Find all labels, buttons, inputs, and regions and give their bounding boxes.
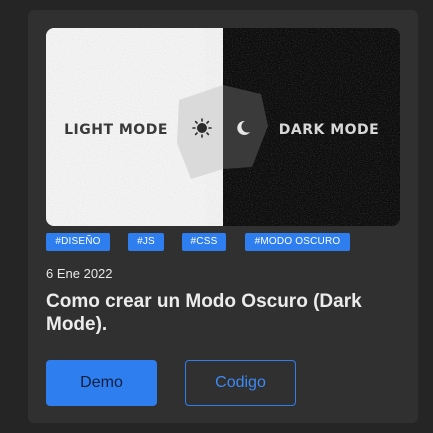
tag-css[interactable]: #CSS (182, 233, 226, 251)
tag-list: #DISEÑO #JS #CSS #MODO OSCURO (0, 233, 433, 251)
code-button[interactable]: Codigo (185, 360, 296, 406)
tag-js[interactable]: #JS (128, 233, 164, 251)
post-title: Como crear un Modo Oscuro (Dark Mode). (46, 291, 362, 335)
post-date: 6 Ene 2022 (46, 266, 113, 281)
tag-modo-oscuro[interactable]: #MODO OSCURO (245, 233, 350, 251)
dark-mode-text: DARK MODE (279, 122, 379, 138)
tag-diseno[interactable]: #DISEÑO (46, 233, 110, 251)
light-mode-text: LIGHT MODE (64, 122, 168, 138)
post-thumbnail[interactable]: LIGHT MODE DARK MODE (46, 28, 400, 226)
sun-icon (192, 118, 212, 138)
demo-button[interactable]: Demo (46, 360, 157, 406)
